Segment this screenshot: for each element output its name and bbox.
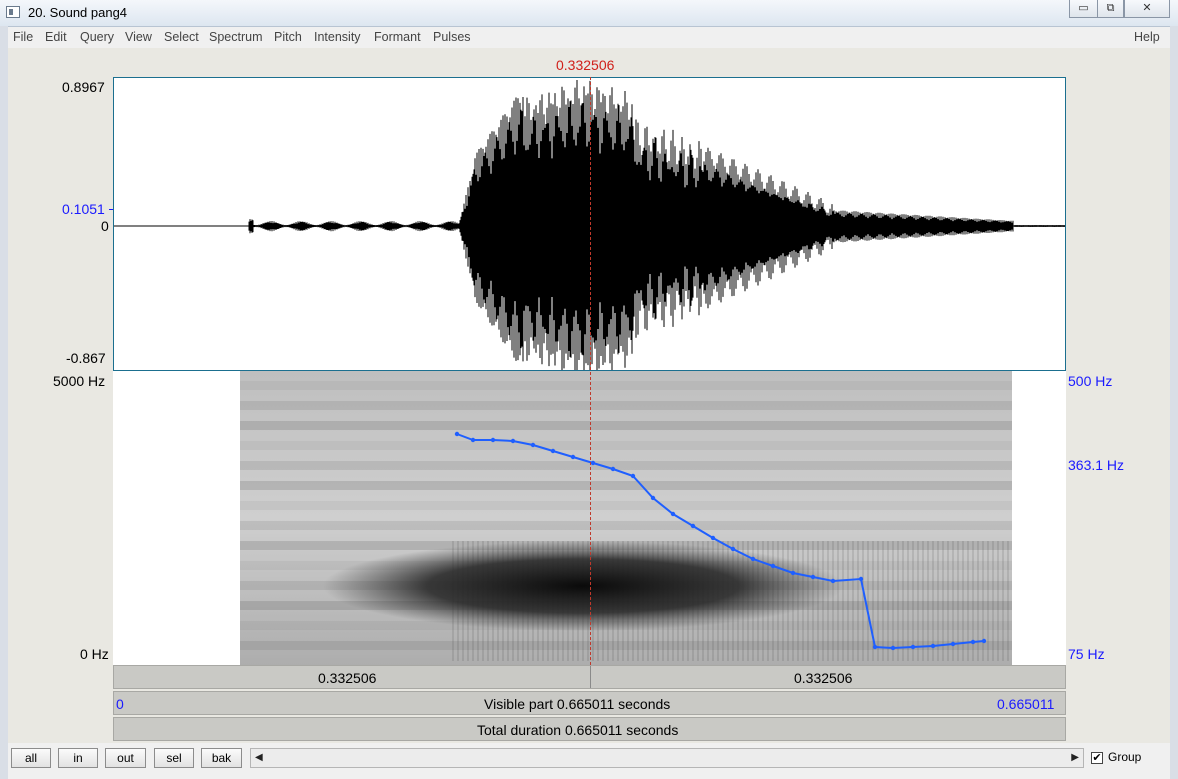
menu-query[interactable]: Query [80, 30, 114, 44]
pitch-point [730, 546, 736, 552]
timebar-left-segment[interactable]: 0.332506 [318, 670, 376, 686]
pitch-bottom-label: 75 Hz [1068, 646, 1105, 662]
timebar-right-segment[interactable]: 0.332506 [794, 670, 852, 686]
pitch-point [890, 645, 896, 651]
menu-intensity[interactable]: Intensity [314, 30, 361, 44]
scroll-left-icon[interactable]: ◀ [255, 752, 263, 763]
pitch-point [570, 454, 576, 460]
total-duration-bar[interactable]: Total duration 0.665011 seconds [113, 717, 1066, 741]
timebar-divider [590, 666, 591, 688]
waveform-zero-label: 0 [101, 218, 109, 234]
scroll-right-icon[interactable]: ▶ [1071, 752, 1079, 763]
pitch-top-label: 500 Hz [1068, 373, 1113, 389]
menu-spectrum[interactable]: Spectrum [209, 30, 263, 44]
pitch-point [590, 460, 596, 466]
window-frame-right [1170, 26, 1178, 779]
menu-pulses[interactable]: Pulses [433, 30, 471, 44]
pitch-point [910, 644, 916, 650]
pitch-point [650, 495, 656, 501]
menu-help[interactable]: Help [1134, 30, 1160, 44]
spectrogram-band [240, 481, 1012, 490]
visible-end-label: 0.665011 [997, 696, 1055, 712]
menu-formant[interactable]: Formant [374, 30, 421, 44]
group-label: Group [1108, 750, 1142, 764]
show-all-button[interactable]: all [11, 748, 51, 768]
menu-bar: File Edit Query View Select Spectrum Pit… [8, 27, 1170, 49]
window-title: 20. Sound pang4 [28, 5, 128, 20]
selection-time-bar[interactable]: 0.332506 0.332506 [113, 665, 1066, 689]
pitch-point [858, 576, 864, 582]
pitch-point [530, 442, 536, 448]
menu-file[interactable]: File [13, 30, 33, 44]
visible-part-bar[interactable]: Visible part 0.665011 seconds [113, 691, 1066, 715]
pitch-point [490, 437, 496, 443]
pitch-point [950, 641, 956, 647]
zoom-out-button[interactable]: out [105, 748, 146, 768]
pitch-point [981, 638, 987, 644]
spectrogram-band [240, 441, 1012, 450]
waveform-cursor-value-label: 0.1051 [62, 201, 105, 217]
group-checkbox[interactable]: ✔ [1091, 752, 1103, 764]
menu-pitch[interactable]: Pitch [274, 30, 302, 44]
pitch-point [610, 466, 616, 472]
pitch-cursor-label: 363.1 Hz [1068, 457, 1125, 473]
pitch-point [872, 644, 878, 650]
zoom-in-button[interactable]: in [58, 748, 98, 768]
menu-select[interactable]: Select [164, 30, 199, 44]
pitch-point [790, 570, 796, 576]
pitch-point [454, 431, 460, 437]
cursor-time-label: 0.332506 [556, 57, 615, 73]
zoom-to-selection-button[interactable]: sel [154, 748, 194, 768]
spectrogram-formant-energy [323, 541, 843, 631]
pitch-point [750, 556, 756, 562]
pitch-point [810, 574, 816, 580]
pitch-point [470, 437, 476, 443]
maximize-button[interactable]: ⧉ [1097, 0, 1124, 18]
pitch-point [970, 639, 976, 645]
visible-part-label: Visible part 0.665011 seconds [484, 696, 671, 712]
pitch-point [710, 535, 716, 541]
menu-edit[interactable]: Edit [45, 30, 67, 44]
pitch-point [670, 511, 676, 517]
horizontal-scrollbar[interactable]: ◀ ▶ [250, 748, 1084, 768]
zoom-back-button[interactable]: bak [201, 748, 242, 768]
pitch-point [510, 438, 516, 444]
pitch-point [630, 473, 636, 479]
spectrogram-band [240, 521, 1012, 530]
menu-view[interactable]: View [125, 30, 152, 44]
total-duration-label: Total duration 0.665011 seconds [477, 722, 679, 738]
spectrogram-band [240, 381, 1012, 390]
spectrogram-top-freq-label: 5000 Hz [53, 373, 106, 389]
spectrogram-band [240, 401, 1012, 410]
spectrogram-band [240, 421, 1012, 430]
visible-start-label: 0 [116, 696, 124, 712]
pitch-point [830, 578, 836, 584]
pitch-point [770, 563, 776, 569]
waveform-max-label: 0.8967 [62, 79, 105, 95]
pitch-point [550, 448, 556, 454]
spectrogram-band [240, 461, 1012, 470]
spectrogram-band [240, 501, 1012, 510]
close-button[interactable]: ✕ [1124, 0, 1170, 18]
title-bar: 20. Sound pang4 ▭ ⧉ ✕ [0, 0, 1178, 27]
minimize-button[interactable]: ▭ [1069, 0, 1098, 18]
app-icon[interactable] [6, 6, 20, 18]
pitch-point [930, 643, 936, 649]
cursor-line[interactable] [590, 77, 591, 665]
window-frame-left [0, 26, 8, 779]
spectrogram-bottom-freq-label: 0 Hz [80, 646, 109, 662]
pitch-point [690, 523, 696, 529]
waveform-min-label: -0.867 [66, 350, 106, 366]
